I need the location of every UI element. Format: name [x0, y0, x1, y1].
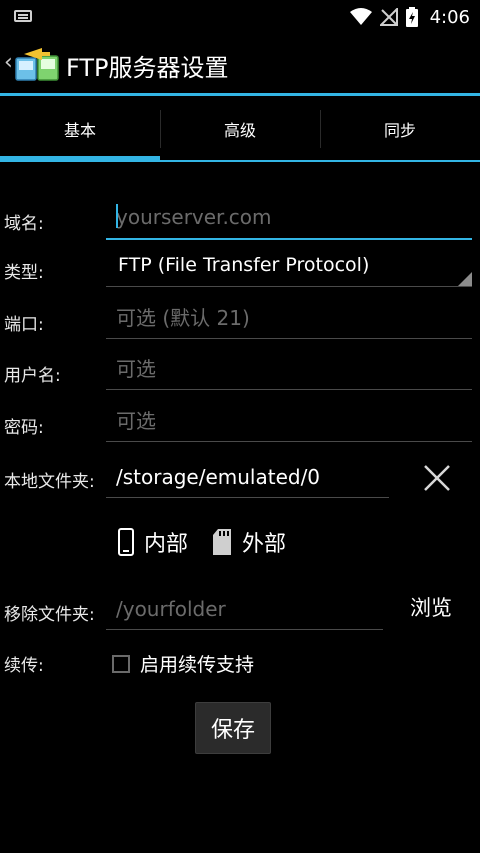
local-folder-field-wrap	[106, 457, 389, 498]
tab-advanced[interactable]: 高级	[160, 96, 320, 162]
phone-icon	[118, 528, 134, 556]
status-bar: 4:06	[0, 0, 480, 34]
port-field-wrap	[106, 298, 472, 339]
internal-storage-label: 内部	[144, 532, 189, 557]
type-label: 类型:	[4, 263, 44, 283]
username-field-wrap	[106, 349, 472, 390]
sd-card-icon	[213, 529, 232, 555]
port-input[interactable]	[106, 298, 472, 338]
username-input[interactable]	[106, 349, 472, 389]
local-folder-input[interactable]	[106, 457, 389, 497]
type-spinner[interactable]: FTP (File Transfer Protocol)	[106, 250, 472, 287]
external-storage-option[interactable]: 外部	[212, 526, 286, 558]
clock: 4:06	[429, 6, 470, 28]
dropdown-triangle-icon	[458, 272, 472, 286]
status-icons: 4:06	[349, 6, 470, 28]
remote-folder-label: 移除文件夹:	[4, 605, 95, 625]
app-icon[interactable]	[14, 46, 60, 84]
battery-charging-icon	[405, 7, 418, 27]
tab-sync[interactable]: 同步	[320, 96, 480, 162]
resume-label: 续传:	[4, 656, 44, 676]
internal-storage-option[interactable]: 内部	[118, 526, 188, 558]
keyboard-icon	[14, 10, 32, 22]
browse-button[interactable]: 浏览	[410, 592, 452, 622]
port-label: 端口:	[4, 315, 44, 335]
remote-folder-field-wrap	[106, 589, 383, 630]
action-bar: ‹ FTP服务器设置	[0, 34, 480, 94]
page-title: FTP服务器设置	[66, 54, 229, 82]
remote-folder-input[interactable]	[106, 589, 383, 629]
tab-bar: 基本 高级 同步	[0, 96, 480, 162]
no-signal-icon	[379, 8, 398, 26]
save-button[interactable]: 保存	[195, 702, 271, 754]
resume-checkbox-row[interactable]: 启用续传支持	[112, 650, 254, 677]
password-input[interactable]	[106, 401, 472, 441]
local-folder-label: 本地文件夹:	[4, 472, 95, 492]
password-field-wrap	[106, 401, 472, 442]
wifi-icon	[349, 8, 372, 25]
type-value: FTP (File Transfer Protocol)	[118, 254, 370, 276]
tabs-underline	[0, 160, 480, 162]
domain-input[interactable]	[106, 196, 472, 238]
domain-field-wrap	[106, 196, 472, 240]
clear-icon[interactable]	[422, 463, 452, 493]
storage-options: 内部 外部	[118, 526, 300, 558]
password-label: 密码:	[4, 418, 44, 438]
username-label: 用户名:	[4, 366, 61, 386]
external-storage-label: 外部	[242, 532, 287, 557]
up-chevron-icon[interactable]: ‹	[4, 50, 13, 75]
resume-checkbox[interactable]	[112, 654, 130, 673]
domain-label: 域名:	[4, 214, 44, 234]
resume-checkbox-label: 启用续传支持	[140, 654, 255, 676]
tab-basic[interactable]: 基本	[0, 96, 160, 162]
